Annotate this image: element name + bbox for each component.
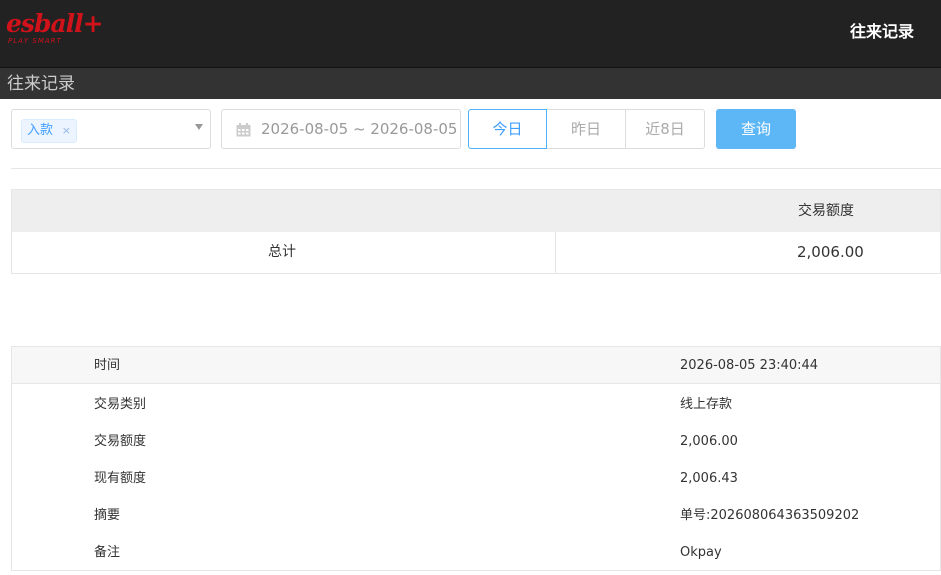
detail-label: 备注 — [94, 545, 121, 560]
detail-value: 2026-08-05 23:40:44 — [680, 358, 819, 373]
detail-label: 现有额度 — [94, 471, 147, 486]
transaction-type-select[interactable]: 入款 × — [11, 109, 211, 149]
esball-logo[interactable]: esball+ PLAY SMART — [6, 11, 104, 51]
detail-row-amount: 交易额度 2,006.00 — [12, 423, 940, 460]
logo-tagline: PLAY SMART — [8, 37, 62, 45]
summary-total-row: 总计 2,006.00 — [12, 232, 940, 274]
detail-row-type: 交易类别 线上存款 — [12, 386, 940, 423]
detail-row-remark: 备注 Okpay — [12, 534, 940, 571]
date-range-picker[interactable]: 2026-08-05 ~ 2026-08-05 — [221, 109, 461, 149]
detail-label: 交易类别 — [94, 397, 147, 412]
detail-row-time: 时间 2026-08-05 23:40:44 — [12, 347, 940, 384]
summary-total-value: 2,006.00 — [797, 243, 864, 261]
detail-value: 2,006.00 — [680, 434, 738, 449]
detail-value: Okpay — [680, 545, 722, 560]
sub-header-bar: 往来记录 — [0, 67, 941, 99]
detail-label: 时间 — [94, 358, 121, 373]
tag-label: 入款 — [27, 123, 54, 138]
calendar-icon — [236, 123, 251, 137]
detail-value: 线上存款 — [680, 397, 733, 412]
detail-label: 摘要 — [94, 508, 121, 523]
page-title: 往来记录 — [7, 74, 75, 94]
summary-header-row: 交易额度 — [12, 190, 940, 232]
detail-row-summary: 摘要 单号:202608064363509202 — [12, 497, 940, 534]
chevron-down-icon[interactable] — [195, 124, 203, 130]
date-range-text: 2026-08-05 ~ 2026-08-05 — [261, 120, 458, 138]
top-bar: esball+ PLAY SMART 往来记录 — [0, 0, 941, 67]
summary-column-header: 交易额度 — [798, 203, 854, 219]
yesterday-button[interactable]: 昨日 — [547, 109, 626, 149]
transaction-detail-table: 时间 2026-08-05 23:40:44 交易类别 线上存款 交易额度 2,… — [11, 346, 941, 571]
last-8-days-button[interactable]: 近8日 — [626, 109, 705, 149]
summary-table: 交易额度 总计 2,006.00 — [11, 189, 941, 274]
logo-wordmark: esball+ — [6, 9, 104, 38]
detail-value: 2,006.43 — [680, 471, 738, 486]
detail-value: 单号:202608064363509202 — [680, 508, 860, 523]
summary-total-label: 总计 — [268, 244, 296, 260]
query-button[interactable]: 查询 — [716, 109, 796, 149]
column-separator — [555, 232, 556, 274]
detail-label: 交易额度 — [94, 434, 147, 449]
filter-divider — [11, 168, 941, 169]
page-header-title: 往来记录 — [849, 22, 914, 41]
today-button[interactable]: 今日 — [468, 109, 547, 149]
selected-type-tag: 入款 × — [21, 119, 77, 143]
detail-row-balance: 现有额度 2,006.43 — [12, 460, 940, 497]
tag-close-icon[interactable]: × — [62, 120, 71, 142]
